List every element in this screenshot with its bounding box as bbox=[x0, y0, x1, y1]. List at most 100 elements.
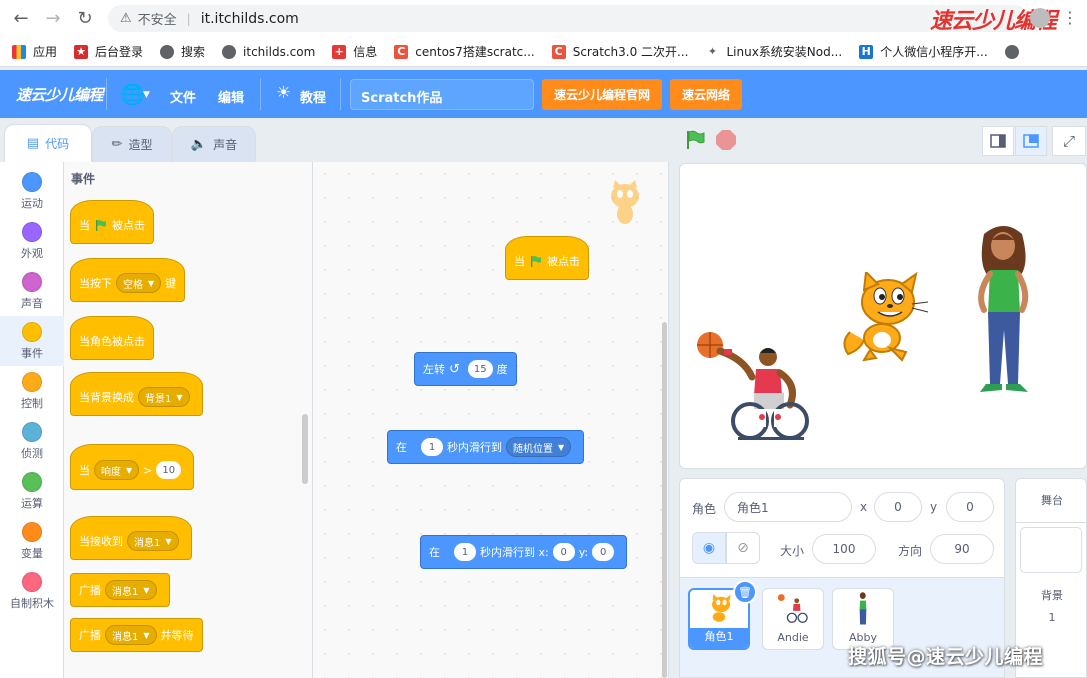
bookmark-wechat-miniprogram[interactable]: H 个人微信小程序开... bbox=[859, 43, 988, 60]
seconds-input[interactable]: 1 bbox=[421, 438, 443, 456]
seconds-input[interactable]: 1 bbox=[454, 543, 476, 561]
bookmark-label: 个人微信小程序开... bbox=[880, 45, 988, 59]
x-input[interactable]: 0 bbox=[552, 543, 575, 561]
edit-menu[interactable]: 编辑 bbox=[218, 87, 244, 106]
address-bar[interactable]: ⚠ 不安全 | it.itchilds.com bbox=[108, 5, 1028, 32]
category-my-blocks[interactable]: 自制积木 bbox=[0, 566, 64, 616]
network-button[interactable]: 速云网络 bbox=[670, 79, 742, 110]
delete-sprite-button[interactable]: 🗑 bbox=[733, 580, 757, 604]
category-events[interactable]: 事件 bbox=[0, 316, 64, 366]
block-text: 当 bbox=[79, 219, 90, 232]
fullscreen-button[interactable]: ⤢ bbox=[1052, 126, 1086, 156]
key-dropdown[interactable]: 空格 ▼ bbox=[116, 273, 162, 293]
bookmark-scratch3[interactable]: C Scratch3.0 二次开... bbox=[551, 43, 688, 60]
category-label: 自制积木 bbox=[10, 597, 54, 610]
trash-icon: 🗑 bbox=[738, 585, 752, 599]
chevron-down-icon: ▼ bbox=[126, 465, 133, 475]
category-control[interactable]: 控制 bbox=[0, 366, 64, 416]
sprite-name-input[interactable]: 角色1 bbox=[724, 492, 852, 522]
browser-menu-icon[interactable]: ⋮ bbox=[1062, 9, 1078, 27]
degrees-input[interactable]: 15 bbox=[467, 360, 493, 378]
profile-avatar-icon[interactable] bbox=[1030, 8, 1050, 28]
category-sound[interactable]: 声音 bbox=[0, 266, 64, 316]
script-workspace[interactable]: 当 被点击 左转 ↺ 15 度 在 1 秒内滑行到 随机位置 ▼ 在 1 秒内滑行… bbox=[313, 162, 669, 678]
bookmark-itchilds[interactable]: itchilds.com bbox=[222, 44, 315, 59]
block-broadcast[interactable]: 广播 消息1 ▼ bbox=[70, 573, 170, 607]
size-label: 大小 bbox=[780, 544, 805, 558]
palette-scrollbar[interactable] bbox=[302, 414, 308, 484]
url-separator: | bbox=[186, 11, 191, 26]
large-stage-button[interactable] bbox=[1015, 126, 1047, 156]
stage-thumbnail[interactable] bbox=[1020, 527, 1082, 573]
tab-sounds[interactable]: 🔈 声音 bbox=[172, 126, 256, 162]
bookmark-label: 后台登录 bbox=[95, 45, 144, 59]
bookmark-icon: ★ bbox=[74, 44, 89, 59]
stage-canvas[interactable] bbox=[679, 163, 1087, 469]
tab-costumes[interactable]: ✏ 造型 bbox=[92, 126, 172, 162]
block-text: 在 bbox=[429, 546, 440, 559]
category-looks[interactable]: 外观 bbox=[0, 216, 64, 266]
block-when-receive[interactable]: 当接收到 消息1 ▼ bbox=[70, 516, 192, 560]
block-when-flag-clicked[interactable]: 当 被点击 bbox=[70, 200, 154, 244]
cat-sprite[interactable] bbox=[840, 272, 930, 364]
bookmark-centos[interactable]: C centos7搭建scratc... bbox=[394, 43, 535, 60]
project-title-input[interactable]: Scratch作品 bbox=[350, 79, 534, 110]
message-dropdown[interactable]: 消息1 ▼ bbox=[127, 531, 179, 551]
direction-input[interactable]: 90 bbox=[930, 534, 994, 564]
sprite-tile-andie[interactable]: Andie bbox=[762, 588, 824, 650]
large-stage-icon bbox=[1023, 134, 1039, 148]
reload-icon[interactable]: ↻ bbox=[74, 8, 96, 30]
block-when-sprite-clicked[interactable]: 当角色被点击 bbox=[70, 316, 154, 360]
ws-block-glide-to-xy[interactable]: 在 1 秒内滑行到 x: 0 y: 0 bbox=[420, 535, 628, 569]
block-broadcast-and-wait[interactable]: 广播 消息1 ▼ 并等待 bbox=[70, 618, 203, 652]
y-position-input[interactable]: 0 bbox=[946, 492, 994, 522]
back-arrow-icon[interactable]: ← bbox=[10, 8, 32, 30]
apps-icon bbox=[12, 44, 26, 59]
forward-arrow-icon[interactable]: → bbox=[42, 8, 64, 30]
show-sprite-button[interactable]: ◉ bbox=[692, 532, 726, 564]
bookmark-linux-node[interactable]: ✦ Linux系统安装Nod... bbox=[705, 43, 842, 60]
ws-block-turn-left[interactable]: 左转 ↺ 15 度 bbox=[414, 352, 517, 386]
file-menu[interactable]: 文件 bbox=[170, 87, 196, 106]
ws-block-when-flag-clicked[interactable]: 当 被点击 bbox=[505, 236, 589, 280]
x-position-input[interactable]: 0 bbox=[874, 492, 922, 522]
green-flag-icon[interactable] bbox=[684, 129, 706, 151]
small-stage-button[interactable] bbox=[982, 126, 1014, 156]
category-operators[interactable]: 运算 bbox=[0, 466, 64, 516]
bookmark-apps[interactable]: 应用 bbox=[12, 43, 57, 60]
sprite-tile-abby[interactable]: Abby bbox=[832, 588, 894, 650]
hide-sprite-button[interactable]: ⊘ bbox=[726, 532, 760, 564]
sprite-tile-name: Andie bbox=[777, 631, 809, 644]
globe-icon[interactable]: 🌐 bbox=[120, 82, 145, 106]
block-when-key-pressed[interactable]: 当按下 空格 ▼ 键 bbox=[70, 258, 186, 302]
scratch-logo[interactable]: 速云少儿编程 bbox=[16, 84, 104, 105]
category-motion[interactable]: 运动 bbox=[0, 166, 64, 216]
threshold-input[interactable]: 10 bbox=[156, 461, 182, 479]
tutorials-menu[interactable]: 教程 bbox=[300, 87, 326, 106]
motion-dot-icon bbox=[22, 172, 42, 192]
sound-dot-icon bbox=[22, 272, 42, 292]
official-site-button[interactable]: 速云少儿编程官网 bbox=[542, 79, 662, 110]
bookmark-info[interactable]: + 信息 bbox=[332, 43, 377, 60]
category-sensing[interactable]: 侦测 bbox=[0, 416, 64, 466]
ws-block-glide-to-random[interactable]: 在 1 秒内滑行到 随机位置 ▼ bbox=[387, 430, 585, 464]
backdrop-dropdown[interactable]: 背景1 ▼ bbox=[138, 387, 190, 407]
block-when-backdrop-switches[interactable]: 当背景换成 背景1 ▼ bbox=[70, 372, 203, 416]
tab-code[interactable]: ▤ 代码 bbox=[4, 124, 92, 162]
category-variables[interactable]: 变量 bbox=[0, 516, 64, 566]
glide-target-dropdown[interactable]: 随机位置 ▼ bbox=[506, 437, 572, 457]
workspace-scrollbar[interactable] bbox=[662, 322, 667, 678]
abby-sprite[interactable] bbox=[972, 224, 1036, 396]
bookmark-more[interactable] bbox=[1004, 44, 1026, 59]
y-input[interactable]: 0 bbox=[592, 543, 615, 561]
andie-sprite[interactable] bbox=[694, 329, 814, 447]
bookmark-admin-login[interactable]: ★ 后台登录 bbox=[74, 43, 143, 60]
stop-icon[interactable] bbox=[716, 130, 736, 150]
message-dropdown[interactable]: 消息1 ▼ bbox=[105, 625, 157, 645]
sensor-dropdown[interactable]: 响度 ▼ bbox=[94, 460, 140, 480]
block-when-greater-than[interactable]: 当 响度 ▼ > 10 bbox=[70, 444, 195, 490]
category-label: 外观 bbox=[21, 247, 43, 260]
message-dropdown[interactable]: 消息1 ▼ bbox=[105, 580, 157, 600]
size-input[interactable]: 100 bbox=[812, 534, 876, 564]
bookmark-search[interactable]: 搜索 bbox=[160, 43, 205, 60]
